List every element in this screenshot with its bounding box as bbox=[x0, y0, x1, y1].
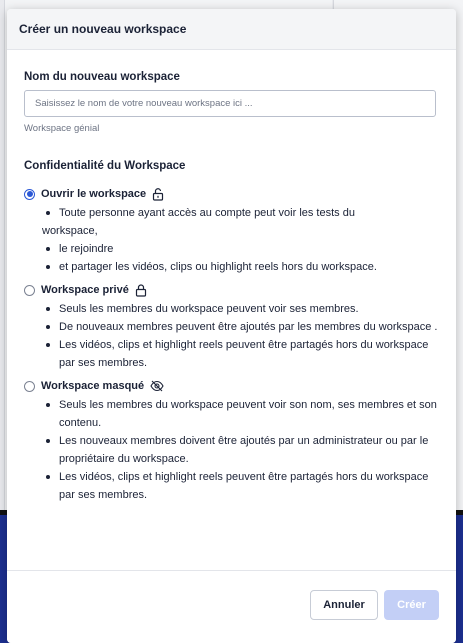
workspace-name-helper: Workspace génial bbox=[24, 123, 100, 134]
workspace-name-label: Nom du nouveau workspace bbox=[24, 71, 180, 83]
modal-title: Créer un nouveau workspace bbox=[19, 22, 187, 36]
list-item: le rejoindre bbox=[42, 240, 439, 258]
cancel-button[interactable]: Annuler bbox=[310, 590, 378, 620]
workspace-name-input[interactable] bbox=[24, 90, 436, 117]
privacy-option-open[interactable]: Ouvrir le workspace Toute personne ayant… bbox=[24, 186, 439, 276]
modal-body: Nom du nouveau workspace Workspace génia… bbox=[7, 71, 456, 504]
option-open-label: Ouvrir le workspace bbox=[41, 188, 147, 200]
list-item: Les nouveaux membres doivent être ajouté… bbox=[42, 432, 439, 468]
list-item: De nouveaux membres peuvent être ajoutés… bbox=[42, 318, 439, 336]
list-item: et partager les vidéos, clips ou highlig… bbox=[42, 258, 439, 276]
radio-open[interactable] bbox=[24, 188, 35, 200]
lock-icon bbox=[135, 283, 147, 297]
radio-hidden[interactable] bbox=[24, 380, 35, 392]
list-item: Les vidéos, clips et highlight reels peu… bbox=[42, 468, 439, 504]
create-button[interactable]: Créer bbox=[384, 590, 439, 620]
list-item: Toute personne ayant accès au compte peu… bbox=[42, 204, 439, 222]
background-panel bbox=[0, 0, 5, 515]
list-item: Seuls les membres du workspace peuvent v… bbox=[42, 396, 439, 432]
radio-private[interactable] bbox=[24, 284, 35, 296]
list-item: Les vidéos, clips et highlight reels peu… bbox=[42, 336, 439, 372]
eye-off-icon bbox=[150, 380, 164, 392]
modal-header: Créer un nouveau workspace bbox=[7, 9, 456, 50]
option-hidden-description: Seuls les membres du workspace peuvent v… bbox=[24, 396, 439, 504]
list-item: Seuls les membres du workspace peuvent v… bbox=[42, 300, 439, 318]
list-item: workspace, bbox=[42, 225, 98, 237]
create-workspace-modal: Créer un nouveau workspace Nom du nouvea… bbox=[7, 9, 456, 643]
option-private-description: Seuls les membres du workspace peuvent v… bbox=[24, 300, 439, 372]
option-hidden-label: Workspace masqué bbox=[41, 380, 145, 392]
unlock-icon bbox=[152, 187, 164, 201]
modal-footer: Annuler Créer bbox=[7, 570, 456, 643]
option-open-description: Toute personne ayant accès au compte peu… bbox=[24, 204, 439, 276]
privacy-option-private[interactable]: Workspace privé Seuls les membres du wor… bbox=[24, 282, 439, 372]
privacy-section-title: Confidentialité du Workspace bbox=[24, 160, 186, 172]
privacy-option-hidden[interactable]: Workspace masqué Seuls les membres du wo… bbox=[24, 378, 439, 504]
option-private-label: Workspace privé bbox=[41, 284, 129, 296]
